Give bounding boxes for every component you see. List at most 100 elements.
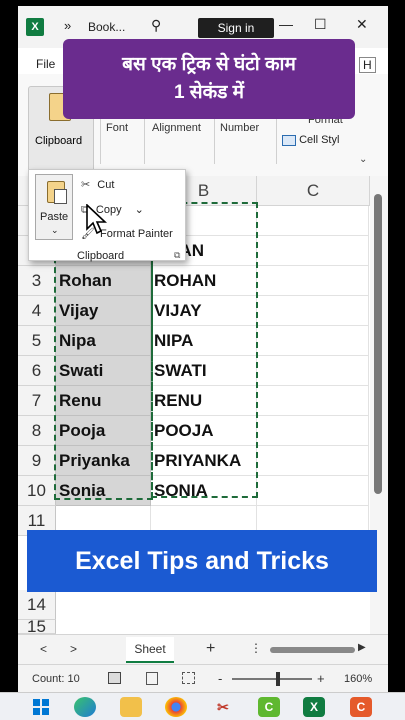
windows-taskbar: ✂ C X C	[0, 692, 405, 720]
status-bar: Count: 10 - + 160%	[18, 664, 388, 692]
page-break-icon[interactable]	[182, 672, 195, 684]
sign-in-button[interactable]: Sign in	[198, 18, 274, 38]
horizontal-scrollbar[interactable]	[270, 647, 355, 653]
cell-c[interactable]	[257, 356, 369, 386]
excel-window: X » Book... ⚲ Sign in — ☐ ✕ File H Clipb…	[18, 6, 388, 692]
minimize-button[interactable]: —	[279, 16, 293, 32]
count-indicator: Count: 10	[32, 673, 80, 685]
caption-line-1: बस एक ट्रिक से घंटो काम	[122, 54, 296, 75]
row-header[interactable]: 10	[18, 476, 56, 506]
row-header[interactable]: 3	[18, 266, 56, 296]
search-icon[interactable]: ⚲	[151, 17, 161, 34]
cell-c[interactable]	[257, 296, 369, 326]
cell-c[interactable]	[257, 386, 369, 416]
sheet-tab[interactable]: Sheet	[126, 637, 174, 663]
cell-styles-button[interactable]: Cell Styl	[282, 134, 339, 146]
row-header[interactable]: 5	[18, 326, 56, 356]
cell-b[interactable]: SWATI	[151, 356, 257, 386]
cell-a[interactable]: Sonia	[56, 476, 151, 506]
column-header-c[interactable]: C	[257, 176, 370, 206]
restore-button[interactable]: ☐	[314, 16, 327, 33]
mouse-pointer-icon	[86, 204, 108, 235]
scroll-right-button[interactable]: ▶	[358, 642, 366, 653]
paste-icon	[47, 181, 67, 204]
cell-a[interactable]: Pooja	[56, 416, 151, 446]
zoom-out-button[interactable]: -	[218, 671, 222, 686]
tips-banner: Excel Tips and Tricks	[27, 530, 377, 592]
edge-browser-icon[interactable]	[74, 697, 96, 717]
cell-b[interactable]: NIPA	[151, 326, 257, 356]
tab-options-button[interactable]: ⋮	[250, 641, 262, 655]
cell-b[interactable]: PRIYANKA	[151, 446, 257, 476]
add-sheet-button[interactable]: +	[206, 640, 215, 658]
row-header[interactable]: 14	[18, 590, 56, 620]
file-explorer-icon[interactable]	[120, 697, 142, 717]
cell-a[interactable]: Renu	[56, 386, 151, 416]
format-painter-label: Format Painter	[100, 228, 173, 240]
row-header[interactable]: 6	[18, 356, 56, 386]
windows-start-icon[interactable]	[30, 697, 52, 717]
cell-styles-icon	[282, 134, 296, 146]
row-header[interactable]: 15	[18, 620, 56, 634]
page-layout-icon[interactable]	[146, 672, 158, 685]
ribbon-expand-chevron[interactable]: ⌄	[359, 154, 367, 165]
file-menu[interactable]: File	[36, 57, 55, 71]
cell-b[interactable]: VIJAY	[151, 296, 257, 326]
cut-label: Cut	[97, 179, 115, 191]
next-sheet-button[interactable]: >	[70, 642, 77, 656]
cell-a[interactable]: Rohan	[56, 266, 151, 296]
cell-styles-label: Cell Styl	[299, 134, 340, 146]
camtasia-icon[interactable]: C	[258, 697, 280, 717]
cell-b[interactable]: POOJA	[151, 416, 257, 446]
cell-a[interactable]: Swati	[56, 356, 151, 386]
cell-c[interactable]	[257, 206, 369, 236]
document-title[interactable]: Book...	[88, 20, 125, 34]
recorder-taskbar-icon[interactable]: C	[350, 697, 372, 717]
cell-c[interactable]	[257, 236, 369, 266]
alignment-group-label[interactable]: Alignment	[152, 122, 201, 134]
zoom-slider[interactable]	[232, 678, 312, 680]
quick-access-more-button[interactable]: »	[64, 18, 71, 33]
clipboard-group-label: Clipboard	[35, 135, 83, 147]
caption-line-2: 1 सेकंड में	[173, 82, 245, 103]
zoom-level[interactable]: 160%	[344, 673, 372, 685]
close-button[interactable]: ✕	[356, 16, 368, 33]
cell-c[interactable]	[257, 416, 369, 446]
scissors-icon: ✂	[81, 179, 91, 191]
vertical-scroll-thumb[interactable]	[374, 194, 382, 494]
row-header[interactable]: 9	[18, 446, 56, 476]
copy-dropdown-chevron[interactable]: ⌄	[135, 204, 144, 216]
row-header[interactable]: 8	[18, 416, 56, 446]
excel-app-icon: X	[26, 18, 44, 36]
chrome-browser-icon[interactable]	[165, 697, 187, 717]
font-group-label[interactable]: Font	[106, 122, 128, 134]
cut-button[interactable]: ✂ Cut	[81, 178, 114, 191]
cell-b[interactable]: SONIA	[151, 476, 257, 506]
paste-dropdown-chevron[interactable]: ⌄	[51, 225, 59, 236]
clipboard-group-caption: Clipboard	[77, 250, 125, 262]
zoom-slider-thumb[interactable]	[276, 672, 280, 686]
paste-label: Paste	[40, 211, 69, 223]
cell-c[interactable]	[257, 446, 369, 476]
excel-taskbar-icon[interactable]: X	[303, 697, 325, 717]
cell-c[interactable]	[257, 476, 369, 506]
snipping-tool-icon[interactable]: ✂	[212, 697, 234, 717]
cell-c[interactable]	[257, 266, 369, 296]
cell-a[interactable]: Priyanka	[56, 446, 151, 476]
cell-c[interactable]	[257, 326, 369, 356]
sheet-tab-bar: < > Sheet + ⋮ ▶	[18, 634, 388, 664]
zoom-in-button[interactable]: +	[317, 671, 325, 686]
dialog-launcher-icon[interactable]: ⧉	[174, 250, 180, 261]
row-header[interactable]: 7	[18, 386, 56, 416]
cell-a[interactable]: Vijay	[56, 296, 151, 326]
cell-a[interactable]: Nipa	[56, 326, 151, 356]
ribbon-tab-overflow[interactable]: H	[359, 57, 376, 73]
row-header[interactable]: 4	[18, 296, 56, 326]
cell-b[interactable]: ROHAN	[151, 266, 257, 296]
cell-b[interactable]: RENU	[151, 386, 257, 416]
paste-button[interactable]: Paste ⌄	[35, 174, 73, 240]
number-group-label[interactable]: Number	[220, 122, 259, 134]
hindi-caption-banner: बस एक ट्रिक से घंटो काम 1 सेकंड में	[63, 39, 355, 119]
prev-sheet-button[interactable]: <	[40, 642, 47, 656]
normal-view-icon[interactable]	[108, 672, 121, 684]
